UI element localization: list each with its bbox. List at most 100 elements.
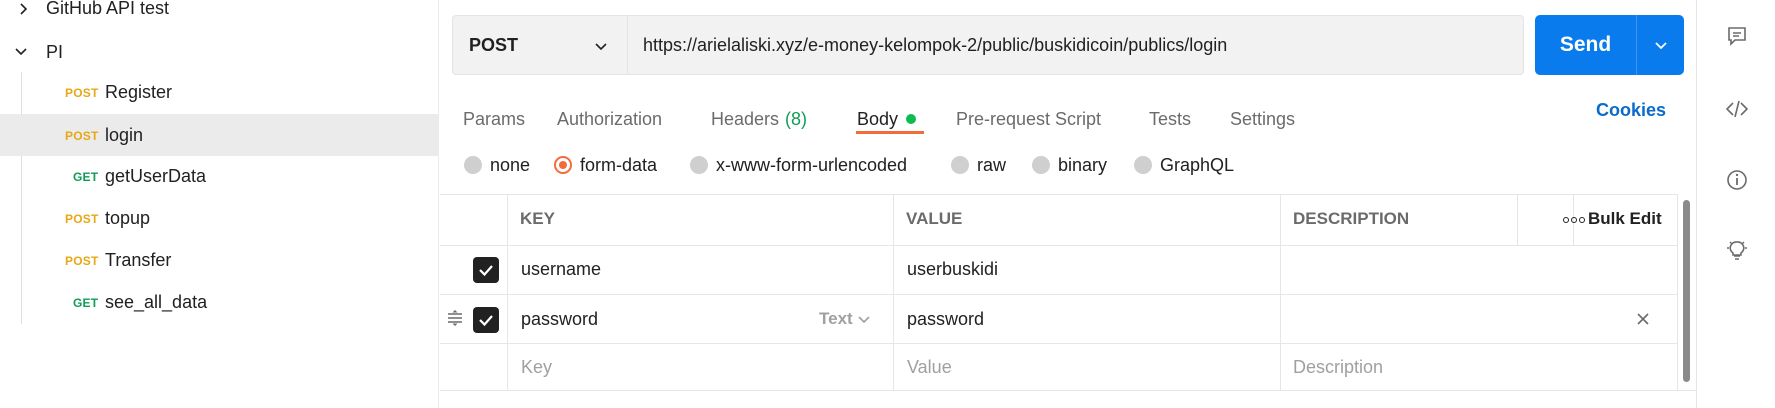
request-label: getUserData <box>105 166 207 186</box>
radio-circle <box>464 156 482 174</box>
request-label: Register <box>105 82 173 102</box>
url-field[interactable] <box>627 15 1524 75</box>
radio-form-data[interactable]: form-data <box>554 150 657 180</box>
tab-settings[interactable]: Settings <box>1230 98 1295 140</box>
tab-headers[interactable]: Headers (8) <box>711 98 807 140</box>
radio-label: form-data <box>580 154 658 175</box>
form-data-table: KEY VALUE DESCRIPTION Bulk Edit username… <box>440 194 1678 391</box>
sidebar-item-github-api-test[interactable]: GitHub API test <box>0 0 439 30</box>
method-badge: POST <box>65 254 99 268</box>
value-cell[interactable]: userbuskidi <box>907 259 998 280</box>
key-cell[interactable]: username <box>521 259 601 280</box>
sidebar-item-getuserdata[interactable]: GET getUserData <box>0 156 439 198</box>
radio-label: GraphQL <box>1160 154 1235 175</box>
checkmark-icon <box>479 265 493 277</box>
method-badge: GET <box>73 296 99 310</box>
radio-label: binary <box>1058 154 1108 175</box>
code-icon[interactable] <box>1725 97 1749 121</box>
method-badge: POST <box>65 212 99 226</box>
tab-label: Tests <box>1149 108 1192 129</box>
sidebar-item-pi[interactable]: PI <box>0 30 439 72</box>
info-icon[interactable] <box>1725 168 1749 192</box>
new-key-placeholder[interactable]: Key <box>521 357 552 378</box>
request-label: topup <box>105 208 151 228</box>
tab-params[interactable]: Params <box>463 98 525 140</box>
tab-prerequest-script[interactable]: Pre-request Script <box>956 98 1101 140</box>
radio-raw[interactable]: raw <box>951 150 1006 180</box>
chevron-down-icon <box>858 316 870 324</box>
radio-graphql[interactable]: GraphQL <box>1134 150 1234 180</box>
body-status-dot <box>906 114 917 124</box>
sidebar-item-register[interactable]: POST Register <box>0 72 439 114</box>
radio-circle <box>690 156 708 174</box>
lightbulb-icon[interactable] <box>1725 239 1749 263</box>
sidebar-item-topup[interactable]: POST topup <box>0 198 439 240</box>
sidebar-item-login[interactable]: POST login <box>0 114 439 156</box>
value-cell[interactable]: password <box>907 309 984 330</box>
column-header-value: VALUE <box>906 209 963 228</box>
radio-none[interactable]: none <box>464 150 530 180</box>
key-type-value: Text <box>819 309 853 328</box>
body-type-options: none form-data x-www-form-urlencoded raw… <box>440 150 1696 180</box>
send-options-button[interactable] <box>1636 15 1684 75</box>
column-divider <box>893 195 894 391</box>
row-divider <box>440 343 1678 344</box>
chevron-down-icon <box>1654 42 1667 50</box>
radio-binary[interactable]: binary <box>1032 150 1107 180</box>
radio-circle <box>1134 156 1152 174</box>
request-label: see_all_data <box>105 292 208 312</box>
column-divider <box>1280 195 1281 391</box>
column-divider <box>1517 195 1518 245</box>
tab-label: Body <box>857 108 899 129</box>
request-panel: POST Send Params Authorization Headers(8… <box>440 0 1696 408</box>
active-tab-indicator <box>856 131 924 134</box>
right-sidebar <box>1696 0 1775 408</box>
tab-label: Headers <box>711 108 780 129</box>
new-description-placeholder[interactable]: Description <box>1293 357 1383 378</box>
radio-x-www-form-urlencoded[interactable]: x-www-form-urlencoded <box>690 150 907 180</box>
radio-circle-selected <box>554 156 572 174</box>
collection-sidebar: GitHub API test PI POST Register POST lo… <box>0 0 439 408</box>
delete-row-icon[interactable] <box>1635 311 1651 327</box>
folder-label: PI <box>46 42 64 62</box>
row-checkbox[interactable] <box>473 307 499 333</box>
tab-label: Pre-request Script <box>956 108 1102 129</box>
column-header-description: DESCRIPTION <box>1293 209 1410 228</box>
radio-circle <box>951 156 969 174</box>
url-input[interactable] <box>643 34 1523 56</box>
response-divider <box>440 390 1696 391</box>
bulk-edit-button[interactable]: Bulk Edit <box>1588 209 1662 229</box>
method-dropdown-value: POST <box>469 34 519 55</box>
method-badge: GET <box>73 170 99 184</box>
method-dropdown[interactable]: POST <box>452 15 627 75</box>
comment-icon[interactable] <box>1725 24 1749 48</box>
row-checkbox[interactable] <box>473 257 499 283</box>
checkmark-icon <box>479 315 493 327</box>
chevron-down-icon <box>593 38 609 54</box>
request-label: Transfer <box>105 250 172 270</box>
vertical-scrollbar[interactable] <box>1683 200 1690 382</box>
key-type-dropdown[interactable]: Text <box>819 309 871 329</box>
method-badge: POST <box>65 129 99 143</box>
sidebar-item-transfer[interactable]: POST Transfer <box>0 240 439 282</box>
more-options-icon[interactable] <box>1563 217 1585 225</box>
headers-count: (8) <box>785 108 808 129</box>
radio-label: raw <box>977 154 1007 175</box>
radio-label: x-www-form-urlencoded <box>716 154 908 175</box>
chevron-right-icon[interactable] <box>16 2 30 16</box>
drag-handle-icon[interactable] <box>446 309 464 327</box>
send-button[interactable]: Send <box>1535 15 1636 75</box>
new-value-placeholder[interactable]: Value <box>907 357 952 378</box>
method-badge: POST <box>65 86 99 100</box>
chevron-down-icon[interactable] <box>14 44 28 58</box>
request-label: login <box>105 125 144 145</box>
column-header-key: KEY <box>520 209 555 228</box>
tab-tests[interactable]: Tests <box>1149 98 1191 140</box>
sidebar-item-see-all-data[interactable]: GET see_all_data <box>0 282 439 324</box>
key-cell[interactable]: password <box>521 309 598 330</box>
tab-label: Params <box>463 108 526 129</box>
cookies-link[interactable]: Cookies <box>1596 100 1666 121</box>
tab-authorization[interactable]: Authorization <box>557 98 662 140</box>
column-divider <box>507 195 508 391</box>
request-tabs: Params Authorization Headers (8) Body Pre… <box>440 90 1696 136</box>
